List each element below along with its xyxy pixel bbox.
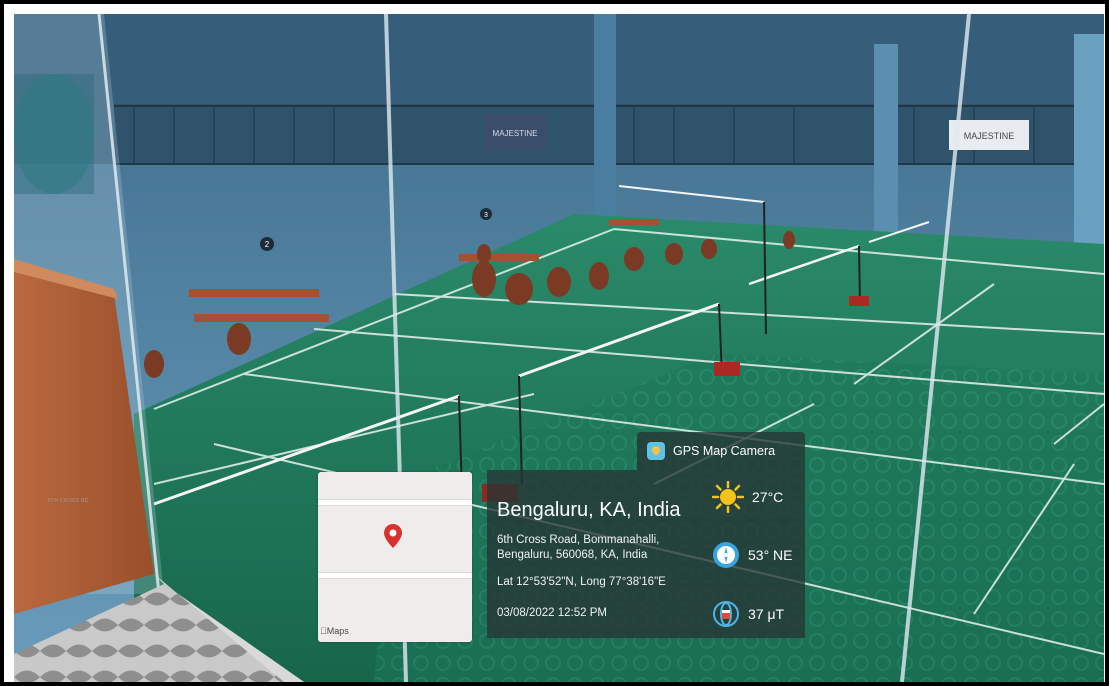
map-thumbnail [318,472,472,642]
map-road-label: 6TH CROSS RD [48,498,89,504]
apple-icon:  [320,626,327,636]
temperature-value: 27°C [752,489,784,505]
gps-app-name: GPS Map Camera [673,444,776,458]
magnetic-field-value: 37 μT [748,606,785,622]
map-pin-icon [384,524,402,548]
magnet-icon [713,601,739,627]
coordinates: Lat 12°53'52"N, Long 77°38'16"E [497,576,666,588]
magnetic-field-readout: 37 μT [712,600,784,628]
map-road [318,572,472,579]
heading-readout: 53° NE [712,541,793,569]
location-address: 6th Cross Road, Bommanahalli, Bengaluru,… [497,533,717,563]
sun-icon [712,481,744,513]
heading-value: 53° NE [748,547,793,563]
maps-attribution: Maps [320,626,349,636]
location-city: Bengaluru, KA, India [497,499,681,521]
address-line: 6th Cross Road, Bommanahalli, [497,534,660,546]
court-number: 3 [484,212,488,219]
banner-left: MAJESTINE [493,129,538,138]
gps-app-icon [647,442,665,460]
gps-app-header: GPS Map Camera [637,432,805,470]
address-line: Bengaluru, 560068, KA, India [497,549,648,561]
date-time: 03/08/2022 12:52 PM [497,607,607,619]
compass-icon [713,542,739,568]
map-road [318,499,472,506]
banner-right: MAJESTINE [964,131,1015,141]
court-number: 2 [265,240,270,249]
temperature-readout: 27°C [712,481,783,513]
